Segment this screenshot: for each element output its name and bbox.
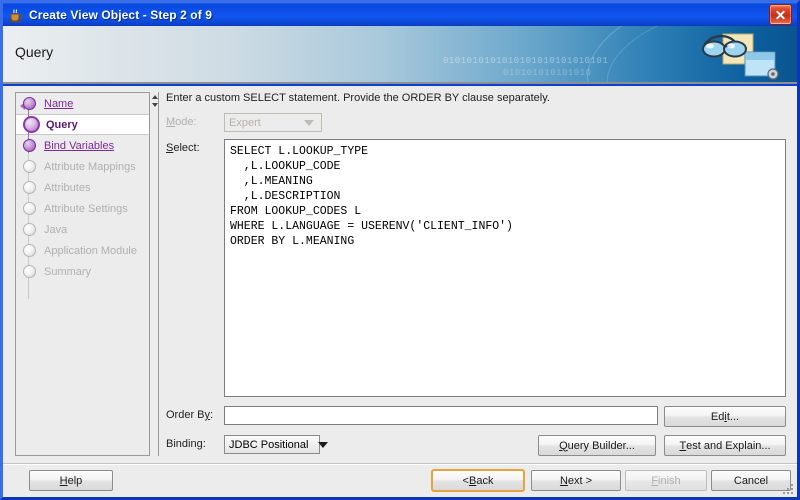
test-and-explain-button[interactable]: Test and Explain... — [664, 435, 786, 456]
sidebar-item-query[interactable]: Query — [16, 114, 149, 135]
select-row: Select: SELECT L.LOOKUP_TYPE ,L.LOOKUP_C… — [166, 139, 786, 397]
select-statement-textarea[interactable]: SELECT L.LOOKUP_TYPE ,L.LOOKUP_CODE ,L.M… — [224, 139, 786, 397]
sidebar-item-name[interactable]: Name — [16, 93, 149, 114]
sidebar-item-label: Attribute Mappings — [44, 160, 136, 173]
back-post: ack — [476, 474, 494, 487]
mode-row: Mode: Expert — [166, 113, 786, 132]
step-node-icon — [23, 265, 36, 278]
back-button[interactable]: < Back — [431, 469, 525, 492]
finish-button: Finish — [625, 470, 707, 491]
sidebar-item-attribute-settings: Attribute Settings — [16, 198, 149, 219]
wizard-banner: 0101010101010101010101010101 01010101010… — [3, 26, 797, 84]
sidebar-item-application-module: Application Module — [16, 240, 149, 261]
step-node-icon — [23, 223, 36, 236]
help-button[interactable]: Help — [29, 470, 113, 491]
order-by-label-pre: Order B — [166, 409, 205, 421]
mode-label: Mode: — [166, 113, 224, 128]
query-builder-button[interactable]: Query Builder... — [538, 435, 656, 456]
instruction-text: Enter a custom SELECT statement. Provide… — [166, 92, 550, 104]
test-explain-post: est and Explain... — [686, 439, 771, 452]
select-label: Select: — [166, 139, 224, 154]
resize-grip-icon[interactable] — [781, 482, 795, 496]
mode-select-value: Expert — [229, 116, 261, 129]
query-step-panel: Enter a custom SELECT statement. Provide… — [166, 92, 786, 456]
order-by-input[interactable] — [224, 406, 658, 425]
sidebar-item-label: Attributes — [44, 181, 91, 194]
sidebar-item-attributes: Attributes — [16, 177, 149, 198]
binding-select[interactable]: JDBC Positional — [224, 435, 329, 454]
binding-label: Binding: — [166, 438, 206, 450]
next-post: ext > — [567, 474, 593, 487]
sidebar-item-bind-variables[interactable]: Bind Variables — [16, 135, 149, 156]
step-node-icon — [23, 97, 36, 110]
chevron-down-icon[interactable] — [152, 103, 158, 107]
edit-button-post: t... — [726, 410, 740, 423]
back-mnemonic: B — [468, 474, 477, 487]
sidebar-item-label: Java — [44, 223, 68, 236]
mode-select: Expert — [224, 113, 322, 132]
binding-select-value: JDBC Positional — [229, 438, 309, 451]
footer-divider — [3, 464, 797, 465]
step-node-icon — [23, 244, 36, 257]
close-icon[interactable] — [769, 4, 792, 25]
mode-label-mnemonic: M — [166, 116, 176, 128]
cancel-label: Cancel — [733, 474, 769, 487]
java-coffee-cup-icon — [8, 7, 24, 23]
create-view-object-dialog: Create View Object - Step 2 of 9 0101010… — [0, 0, 800, 500]
glasses-and-window-icon — [701, 30, 783, 82]
chevron-up-icon[interactable] — [152, 95, 158, 99]
edit-button[interactable]: Ed i t... — [664, 406, 786, 427]
test-explain-mnemonic: T — [679, 439, 687, 452]
finish-post: inish — [658, 474, 681, 487]
binding-row: Binding: JDBC Positional Query Builder..… — [166, 435, 786, 456]
step-node-icon — [23, 160, 36, 173]
mode-label-rest: ode: — [175, 116, 197, 128]
window-title-bar[interactable]: Create View Object - Step 2 of 9 — [3, 3, 797, 26]
step-node-icon — [23, 116, 40, 133]
sidebar-item-label: Bind Variables — [44, 139, 115, 152]
step-node-icon — [23, 139, 36, 152]
select-label-rest: elect: — [173, 142, 200, 154]
next-mnemonic: N — [559, 474, 568, 487]
sidebar-item-label: Query — [46, 118, 78, 131]
sidebar-splitter[interactable] — [149, 92, 159, 456]
banner-binary-text: 0101010101010101010101010101 — [443, 56, 609, 66]
dialog-footer: Help < Back Next > Finish Cancel — [3, 463, 797, 497]
order-by-row: Order By: Ed i t... — [166, 406, 786, 427]
sidebar-item-attribute-mappings: Attribute Mappings — [16, 156, 149, 177]
help-post: elp — [67, 474, 83, 487]
sidebar-item-java: Java — [16, 219, 149, 240]
sidebar-item-label: Name — [44, 97, 74, 110]
query-builder-mnemonic: Q — [559, 439, 568, 452]
sidebar-item-label: Attribute Settings — [44, 202, 128, 215]
step-node-icon — [23, 181, 36, 194]
sidebar-item-summary: Summary — [16, 261, 149, 282]
order-by-label-post: : — [210, 409, 214, 421]
help-mnemonic: H — [59, 474, 68, 487]
cancel-button[interactable]: Cancel — [711, 470, 791, 491]
step-node-icon — [23, 202, 36, 215]
order-by-label: Order By: — [166, 406, 224, 421]
sidebar-item-label: Summary — [44, 265, 92, 278]
finish-mnemonic: F — [651, 474, 659, 487]
sidebar-item-label: Application Module — [44, 244, 137, 257]
chevron-down-icon — [304, 119, 314, 126]
wizard-step-list: Name Query Bind Variables Attribute Mapp… — [15, 92, 149, 456]
dialog-body: Name Query Bind Variables Attribute Mapp… — [3, 86, 797, 463]
chevron-down-icon — [318, 441, 329, 448]
window-title: Create View Object - Step 2 of 9 — [29, 7, 213, 22]
next-button[interactable]: Next > — [531, 470, 621, 491]
banner-binary-text-2: 010101010101010 — [503, 68, 592, 78]
edit-button-pre: Ed — [710, 410, 725, 423]
page-title: Query — [15, 44, 54, 60]
query-builder-post: uery Builder... — [567, 439, 635, 452]
